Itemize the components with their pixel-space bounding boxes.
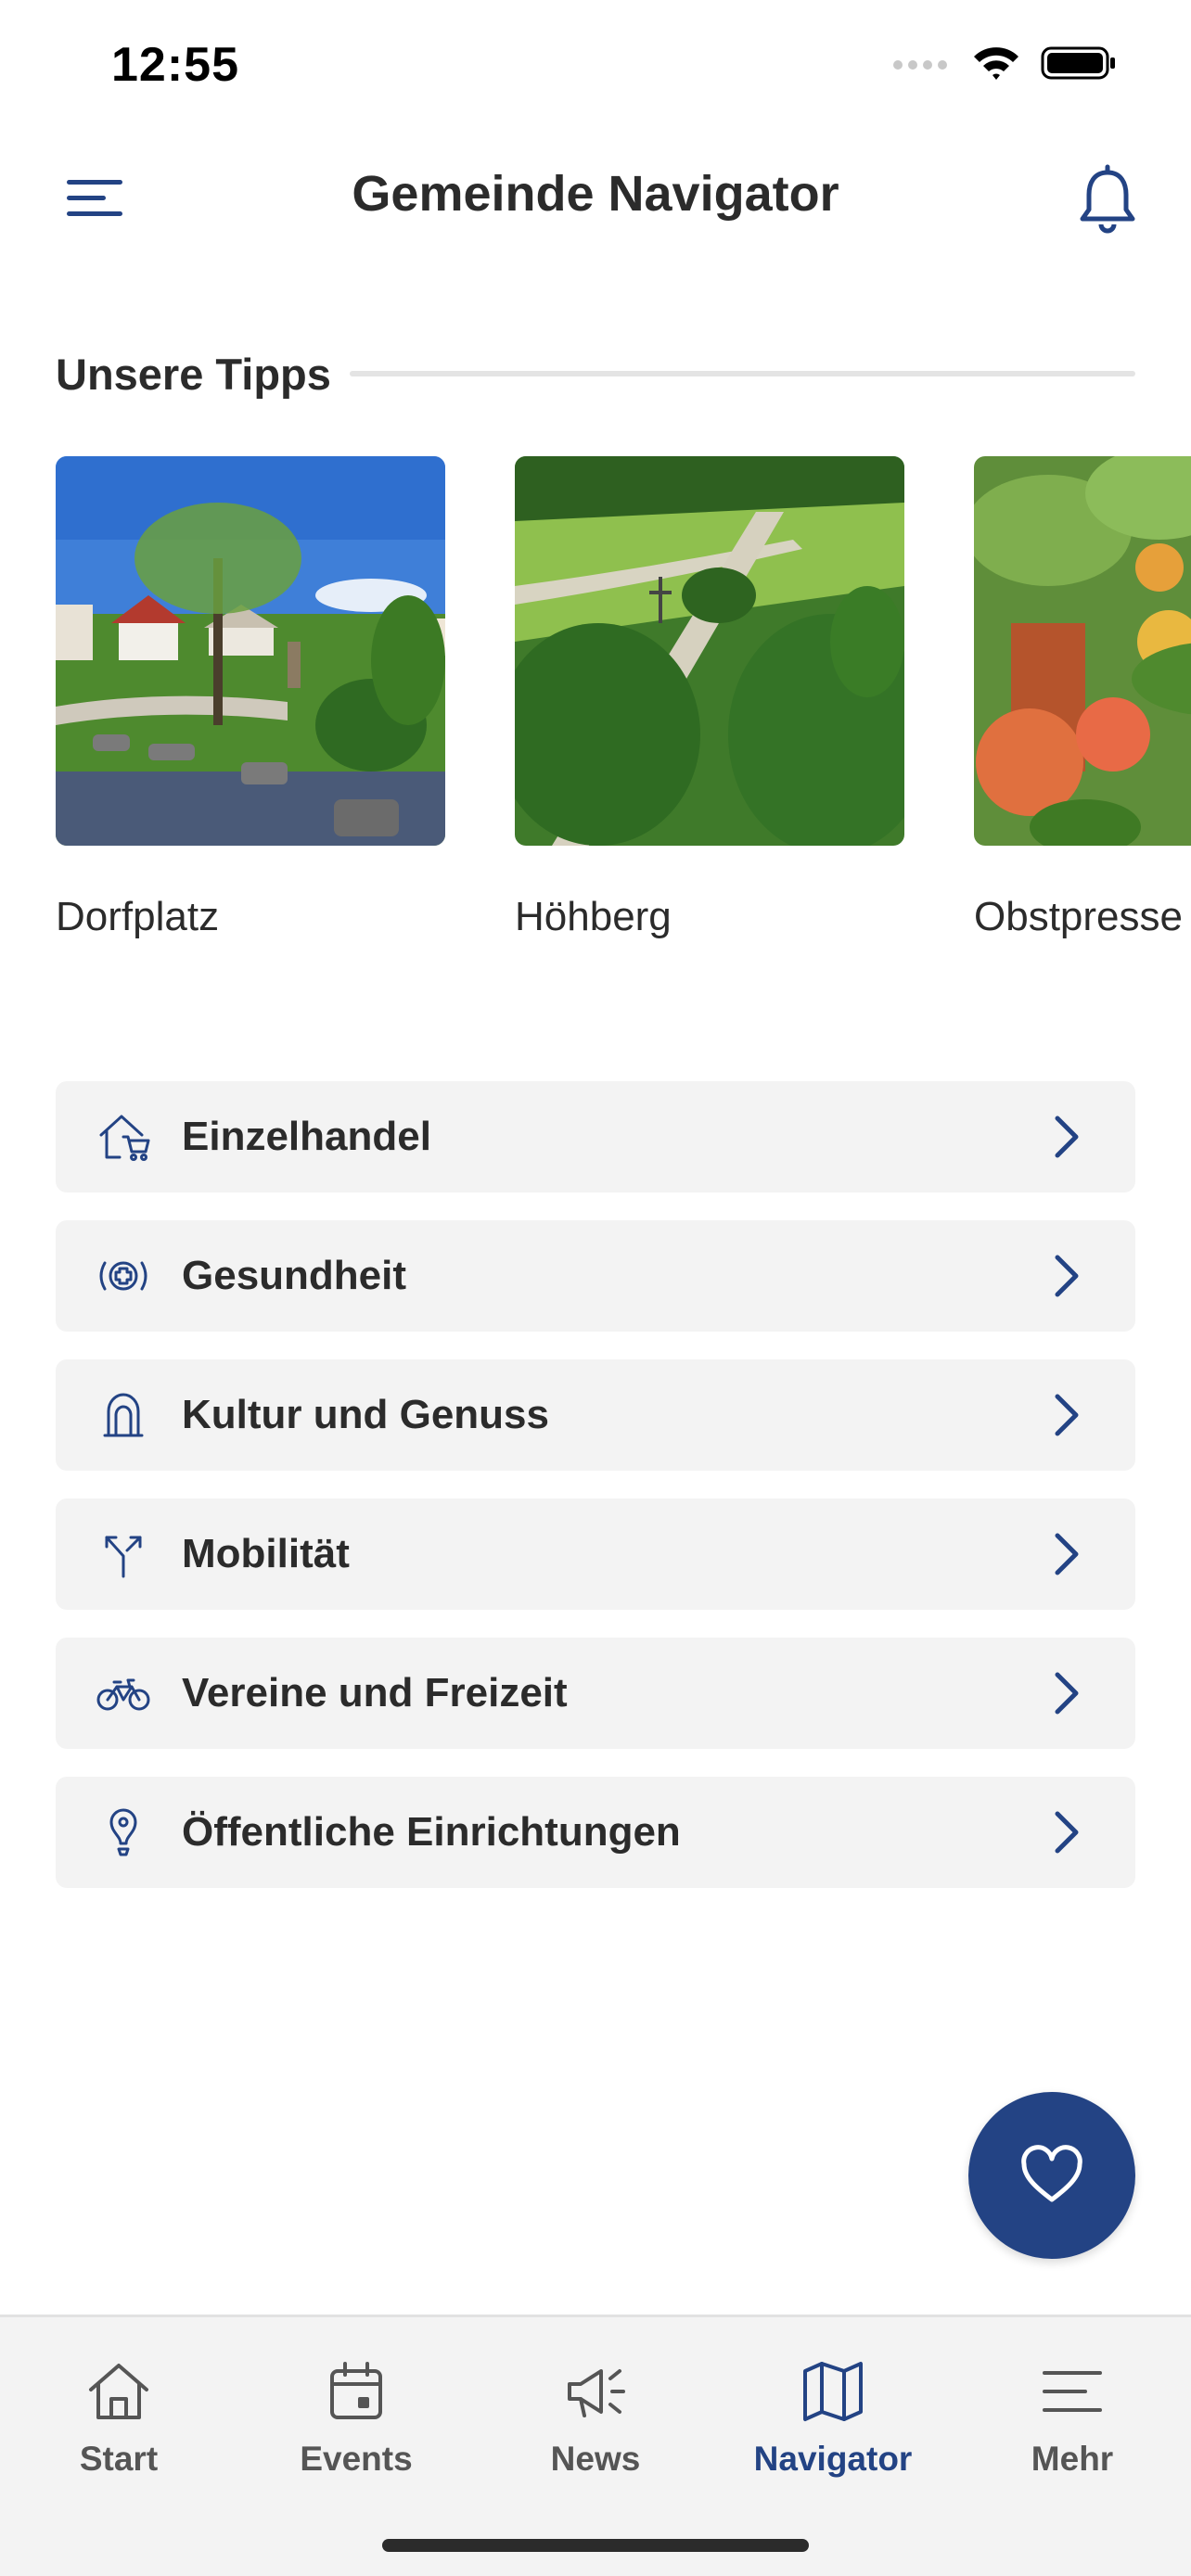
chevron-right-icon: [1055, 1672, 1079, 1715]
chevron-right-icon: [1055, 1255, 1079, 1297]
category-label: Öffentliche Einrichtungen: [182, 1809, 681, 1855]
app-header: Gemeinde Navigator: [0, 148, 1191, 250]
category-label: Einzelhandel: [182, 1114, 431, 1159]
tip-image-hoehberg: [515, 456, 904, 846]
tab-label: News: [550, 2440, 641, 2478]
notifications-button[interactable]: [1070, 163, 1145, 237]
tab-bar: Start Events News Navigator Mehr: [0, 2315, 1191, 2576]
calendar-icon: [319, 2354, 393, 2429]
chevron-right-icon: [1055, 1116, 1079, 1158]
category-gesundheit[interactable]: Gesundheit: [56, 1220, 1135, 1332]
shop-icon: [93, 1106, 154, 1167]
tip-card-dorfplatz[interactable]: Dorfplatz: [56, 456, 445, 940]
tab-label: Events: [300, 2440, 413, 2478]
directions-icon: [93, 1524, 154, 1585]
health-icon: [93, 1245, 154, 1307]
tab-events[interactable]: Events: [237, 2354, 475, 2493]
megaphone-icon: [558, 2354, 633, 2429]
battery-icon: [1041, 46, 1115, 80]
tab-label: Mehr: [1031, 2440, 1114, 2478]
home-icon: [82, 2354, 156, 2429]
bicycle-icon: [93, 1663, 154, 1724]
status-time: 12:55: [111, 38, 239, 92]
category-label: Gesundheit: [182, 1253, 407, 1298]
signal-icon: [893, 60, 947, 70]
tip-image-dorfplatz: [56, 456, 445, 846]
category-label: Mobilität: [182, 1531, 350, 1576]
home-indicator: [382, 2539, 809, 2552]
tab-mehr[interactable]: Mehr: [954, 2354, 1191, 2493]
tip-label: Obstpresse: [974, 894, 1183, 939]
culture-icon: [93, 1384, 154, 1446]
heart-icon: [1021, 2145, 1082, 2202]
status-bar: 12:55: [0, 0, 1191, 130]
category-list: Einzelhandel Gesundheit Kultur und Genus…: [56, 1081, 1135, 1916]
tip-image-obstpresse: [974, 456, 1191, 846]
tab-navigator[interactable]: Navigator: [714, 2354, 952, 2493]
page-title: Gemeinde Navigator: [352, 166, 839, 222]
location-pin-icon: [93, 1802, 154, 1863]
bell-icon: [1080, 164, 1135, 234]
tab-label: Start: [79, 2440, 159, 2478]
category-kultur-und-genuss[interactable]: Kultur und Genuss: [56, 1359, 1135, 1471]
tab-label: Navigator: [753, 2440, 913, 2478]
chevron-right-icon: [1055, 1533, 1079, 1575]
category-einzelhandel[interactable]: Einzelhandel: [56, 1081, 1135, 1192]
tips-carousel[interactable]: Dorfplatz Höhberg Obstpresse: [56, 456, 1191, 976]
tips-section-header: Unsere Tipps: [56, 341, 1135, 406]
map-icon: [796, 2354, 870, 2429]
category-label: Kultur und Genuss: [182, 1392, 549, 1437]
menu-icon: [1035, 2354, 1109, 2429]
tip-label: Dorfplatz: [56, 894, 220, 939]
tip-card-obstpresse[interactable]: Obstpresse: [974, 456, 1191, 940]
section-divider: [349, 371, 1135, 376]
category-label: Vereine und Freizeit: [182, 1670, 568, 1715]
section-title: Unsere Tipps: [56, 349, 331, 399]
chevron-right-icon: [1055, 1394, 1079, 1436]
tab-start[interactable]: Start: [0, 2354, 237, 2493]
chevron-right-icon: [1055, 1811, 1079, 1854]
favorites-button[interactable]: [968, 2092, 1135, 2259]
category-vereine-und-freizeit[interactable]: Vereine und Freizeit: [56, 1638, 1135, 1749]
tab-news[interactable]: News: [477, 2354, 714, 2493]
status-icons: [892, 45, 1117, 82]
tip-card-hoehberg[interactable]: Höhberg: [515, 456, 904, 940]
tip-label: Höhberg: [515, 894, 672, 939]
category-oeffentliche-einrichtungen[interactable]: Öffentliche Einrichtungen: [56, 1777, 1135, 1888]
category-mobilitaet[interactable]: Mobilität: [56, 1498, 1135, 1610]
wifi-icon: [974, 47, 1018, 80]
